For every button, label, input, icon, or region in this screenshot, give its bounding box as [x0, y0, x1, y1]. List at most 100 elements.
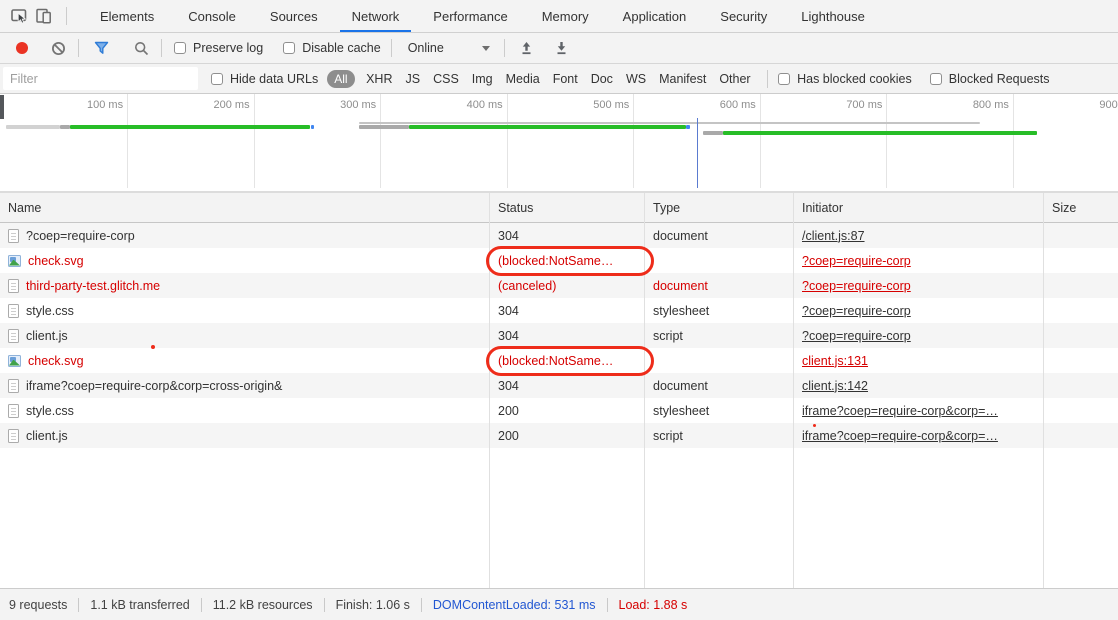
- tab-console[interactable]: Console: [171, 0, 253, 32]
- initiator-link[interactable]: iframe?coep=require-corp&corp=…: [802, 429, 998, 443]
- export-har-button[interactable]: [552, 37, 572, 59]
- tick-label: 500 ms: [547, 99, 629, 111]
- tick-label: 600 ms: [674, 99, 756, 111]
- initiator-link[interactable]: ?coep=require-corp: [802, 304, 911, 318]
- overview-pane[interactable]: 100 ms200 ms300 ms400 ms500 ms600 ms700 …: [0, 94, 1118, 193]
- initiator-link[interactable]: client.js:131: [802, 354, 868, 368]
- initiator-link[interactable]: iframe?coep=require-corp&corp=…: [802, 404, 998, 418]
- column-header-initiator[interactable]: Initiator: [793, 193, 1043, 222]
- filter-type-img[interactable]: Img: [472, 72, 493, 86]
- blocked-requests-checkbox[interactable]: [930, 73, 942, 85]
- throttling-value: Online: [408, 41, 444, 55]
- tab-network[interactable]: Network: [335, 0, 417, 32]
- status-cell: 304: [489, 323, 644, 348]
- status-text: 304: [498, 229, 519, 243]
- tab-elements[interactable]: Elements: [83, 0, 171, 32]
- table-row[interactable]: iframe?coep=require-corp&corp=cross-orig…: [0, 373, 1118, 398]
- table-header: NameStatusTypeInitiatorSize: [0, 193, 1118, 223]
- table-row[interactable]: client.js 304 script ?coep=require-corp: [0, 323, 1118, 348]
- request-name: check.svg: [28, 354, 84, 368]
- overview-handle[interactable]: [0, 95, 4, 119]
- initiator-link[interactable]: ?coep=require-corp: [802, 254, 911, 268]
- document-file-icon: [8, 379, 19, 393]
- filter-type-css[interactable]: CSS: [433, 72, 459, 86]
- has-blocked-cookies-checkbox[interactable]: [778, 73, 790, 85]
- throttling-dropdown[interactable]: Online: [402, 37, 494, 59]
- initiator-link[interactable]: client.js:142: [802, 379, 868, 393]
- toolbar-divider: [78, 39, 79, 57]
- toolbar-divider: [391, 39, 392, 57]
- summary-item: 1.1 kB transferred: [78, 598, 200, 612]
- table-row[interactable]: check.svg (blocked:NotSame… client.js:13…: [0, 348, 1118, 373]
- clear-button[interactable]: [48, 37, 68, 59]
- disable-cache-checkbox[interactable]: [283, 42, 295, 54]
- grid-line: [507, 94, 508, 188]
- column-divider[interactable]: [793, 193, 794, 588]
- search-icon: [134, 41, 149, 56]
- filter-type-xhr[interactable]: XHR: [366, 72, 392, 86]
- column-divider[interactable]: [489, 193, 490, 588]
- waterfall-bar-segment: [311, 125, 314, 129]
- summary-item: DOMContentLoaded: 531 ms: [421, 598, 607, 612]
- filter-type-all[interactable]: All: [327, 70, 354, 88]
- column-divider[interactable]: [644, 193, 645, 588]
- blocked-requests-label: Blocked Requests: [949, 72, 1050, 86]
- table-row[interactable]: ?coep=require-corp 304 document /client.…: [0, 223, 1118, 248]
- record-icon[interactable]: [16, 42, 28, 54]
- filter-type-doc[interactable]: Doc: [591, 72, 613, 86]
- table-row[interactable]: check.svg (blocked:NotSame… ?coep=requir…: [0, 248, 1118, 273]
- tab-memory[interactable]: Memory: [525, 0, 606, 32]
- filter-button[interactable]: [91, 37, 111, 59]
- tab-security[interactable]: Security: [703, 0, 784, 32]
- column-header-size[interactable]: Size: [1043, 193, 1118, 222]
- device-toolbar-button[interactable]: [32, 3, 56, 29]
- grid-line: [1013, 94, 1014, 188]
- filter-type-other[interactable]: Other: [719, 72, 750, 86]
- table-row[interactable]: style.css 200 stylesheet iframe?coep=req…: [0, 398, 1118, 423]
- tick-label: 100 ms: [41, 99, 123, 111]
- size-cell: [1043, 423, 1118, 448]
- initiator-link[interactable]: /client.js:87: [802, 229, 865, 243]
- search-button[interactable]: [131, 37, 151, 59]
- filter-type-ws[interactable]: WS: [626, 72, 646, 86]
- table-row[interactable]: third-party-test.glitch.me (canceled) do…: [0, 273, 1118, 298]
- name-cell: check.svg: [0, 248, 489, 273]
- type-cell: document: [644, 223, 793, 248]
- tab-sources[interactable]: Sources: [253, 0, 335, 32]
- type-cell: script: [644, 423, 793, 448]
- request-name: third-party-test.glitch.me: [26, 279, 160, 293]
- tab-application[interactable]: Application: [606, 0, 704, 32]
- size-cell: [1043, 373, 1118, 398]
- table-row[interactable]: client.js 200 script iframe?coep=require…: [0, 423, 1118, 448]
- import-har-button[interactable]: [517, 37, 537, 59]
- table-row[interactable]: style.css 304 stylesheet ?coep=require-c…: [0, 298, 1118, 323]
- filter-type-media[interactable]: Media: [506, 72, 540, 86]
- type-cell: script: [644, 323, 793, 348]
- filter-type-manifest[interactable]: Manifest: [659, 72, 706, 86]
- request-name: ?coep=require-corp: [26, 229, 135, 243]
- status-text: (blocked:NotSame…: [498, 354, 613, 368]
- column-header-type[interactable]: Type: [644, 193, 793, 222]
- summary-bar: 9 requests1.1 kB transferred11.2 kB reso…: [0, 588, 1118, 620]
- initiator-link[interactable]: ?coep=require-corp: [802, 329, 911, 343]
- tab-lighthouse[interactable]: Lighthouse: [784, 0, 882, 32]
- inspect-element-button[interactable]: [8, 3, 32, 29]
- preserve-log-checkbox[interactable]: [174, 42, 186, 54]
- filter-type-js[interactable]: JS: [406, 72, 421, 86]
- column-header-name[interactable]: Name: [0, 193, 489, 222]
- filter-type-font[interactable]: Font: [553, 72, 578, 86]
- column-header-status[interactable]: Status: [489, 193, 644, 222]
- tab-performance[interactable]: Performance: [416, 0, 524, 32]
- size-cell: [1043, 398, 1118, 423]
- hide-data-urls-checkbox[interactable]: [211, 73, 223, 85]
- disable-cache-label: Disable cache: [302, 41, 381, 55]
- domcontentloaded-marker: [697, 118, 699, 188]
- type-cell: document: [644, 273, 793, 298]
- initiator-link[interactable]: ?coep=require-corp: [802, 279, 911, 293]
- tick-label: 200 ms: [168, 99, 250, 111]
- filter-input[interactable]: [3, 67, 198, 90]
- status-cell: (canceled): [489, 273, 644, 298]
- waterfall-bar-segment: [686, 125, 689, 129]
- column-divider[interactable]: [1043, 193, 1044, 588]
- name-cell: style.css: [0, 398, 489, 423]
